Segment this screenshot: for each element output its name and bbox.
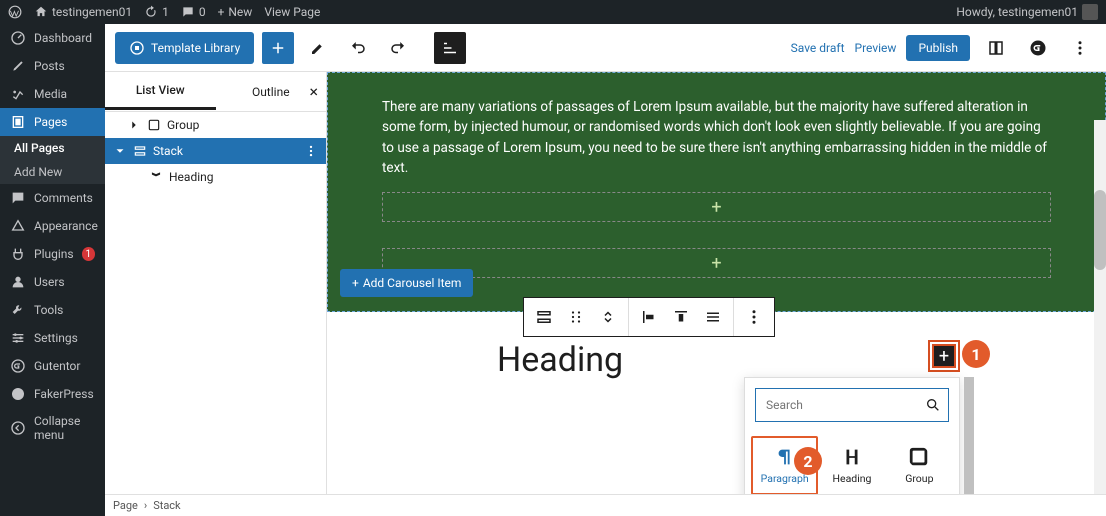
breadcrumb-stack[interactable]: Stack (153, 499, 180, 512)
tree-more-icon[interactable] (304, 144, 318, 158)
sidebar-item-fakerpress[interactable]: FakerPress (0, 380, 105, 408)
bt-align-left-icon[interactable] (633, 301, 665, 333)
sidebar-item-settings[interactable]: Settings (0, 324, 105, 352)
admin-sidebar: Dashboard Posts Media Pages All Pages Ad… (0, 24, 105, 516)
inserter-search-input[interactable] (755, 388, 949, 422)
plugins-badge: 1 (82, 247, 95, 261)
carousel-block[interactable]: There are many variations of passages of… (327, 72, 1106, 312)
sidebar-item-media[interactable]: Media (0, 80, 105, 108)
stack-icon (133, 144, 147, 158)
sidebar-item-gutentor[interactable]: Gutentor (0, 352, 105, 380)
sidebar-item-posts[interactable]: Posts (0, 52, 105, 80)
breadcrumb: Page › Stack (105, 494, 1106, 516)
bt-align-full-icon[interactable] (697, 301, 729, 333)
heading-block[interactable]: Heading (497, 340, 623, 380)
chevron-down-icon (113, 144, 127, 158)
add-zone-1[interactable]: + (382, 192, 1051, 222)
tree-item-heading[interactable]: Heading (105, 164, 326, 190)
heading-icon (149, 170, 163, 184)
more-options-button[interactable] (1064, 32, 1096, 64)
editor-toolbar: Template Library Save draft Preview Publ… (105, 24, 1106, 72)
inline-add-block-button[interactable]: + (932, 344, 956, 368)
publish-button[interactable]: Publish (906, 35, 970, 61)
sidebar-item-dashboard[interactable]: Dashboard (0, 24, 105, 52)
sidebar-item-tools[interactable]: Tools (0, 296, 105, 324)
sidebar-item-appearance[interactable]: Appearance (0, 212, 105, 240)
gutentor-icon[interactable] (1022, 32, 1054, 64)
admin-bar: testingemen01 1 0 +New View Page Howdy, … (0, 0, 1106, 24)
callout-1: 1 (962, 340, 990, 368)
template-library-button[interactable]: Template Library (115, 32, 254, 64)
tree-item-group[interactable]: Group (105, 112, 326, 138)
bt-align-top-icon[interactable] (665, 301, 697, 333)
undo-button[interactable] (342, 32, 374, 64)
new-link[interactable]: +New (218, 5, 253, 19)
updates-link[interactable]: 1 (144, 5, 169, 19)
pages-submenu: All Pages Add New (0, 136, 105, 184)
redo-button[interactable] (382, 32, 414, 64)
bt-stack-icon[interactable] (528, 301, 560, 333)
search-icon (925, 397, 941, 413)
lorem-paragraph: There are many variations of passages of… (382, 97, 1051, 178)
listview-panel: List View Outline × Group Stack (105, 72, 327, 516)
howdy-link[interactable]: Howdy, testingemen01 (956, 4, 1098, 20)
add-block-toolbar-button[interactable] (262, 32, 294, 64)
bt-more-icon[interactable] (738, 301, 770, 333)
sidebar-item-collapse[interactable]: Collapse menu (0, 408, 105, 448)
updates-count: 1 (162, 5, 169, 19)
page-scrollbar[interactable] (1094, 120, 1106, 494)
comments-count: 0 (199, 5, 206, 19)
sidebar-item-users[interactable]: Users (0, 268, 105, 296)
editor: Template Library Save draft Preview Publ… (105, 24, 1106, 516)
callout-2: 2 (794, 447, 822, 475)
save-draft-button[interactable]: Save draft (791, 41, 845, 55)
inserter-group[interactable]: Group (886, 436, 953, 495)
breadcrumb-page[interactable]: Page (113, 499, 138, 512)
view-page-link[interactable]: View Page (264, 5, 320, 19)
close-listview-button[interactable]: × (309, 82, 318, 101)
group-icon (147, 118, 161, 132)
sidebar-item-plugins[interactable]: Plugins1 (0, 240, 105, 268)
sidebar-item-comments[interactable]: Comments (0, 184, 105, 212)
comments-link[interactable]: 0 (181, 5, 206, 19)
site-name-link[interactable]: testingemen01 (34, 5, 132, 19)
submenu-add-new[interactable]: Add New (0, 160, 105, 184)
inserter-heading[interactable]: Heading (818, 436, 885, 495)
bt-drag-icon[interactable] (560, 301, 592, 333)
editor-canvas[interactable]: There are many variations of passages of… (327, 72, 1106, 516)
wp-logo[interactable] (8, 5, 22, 19)
chevron-right-icon (127, 118, 141, 132)
settings-panel-button[interactable] (980, 32, 1012, 64)
avatar (1082, 4, 1098, 20)
add-zone-2[interactable]: + (382, 248, 1051, 278)
edit-mode-button[interactable] (302, 32, 334, 64)
sidebar-item-pages[interactable]: Pages (0, 108, 105, 136)
submenu-all-pages[interactable]: All Pages (0, 136, 105, 160)
site-name: testingemen01 (52, 5, 132, 19)
tab-listview[interactable]: List View (105, 73, 216, 110)
add-carousel-item-button[interactable]: +Add Carousel Item (340, 269, 473, 297)
preview-button[interactable]: Preview (855, 41, 897, 55)
listview-toggle-button[interactable] (434, 32, 466, 64)
bt-move-icon[interactable] (592, 301, 624, 333)
tree-item-stack[interactable]: Stack (105, 138, 326, 164)
block-toolbar (523, 297, 775, 337)
